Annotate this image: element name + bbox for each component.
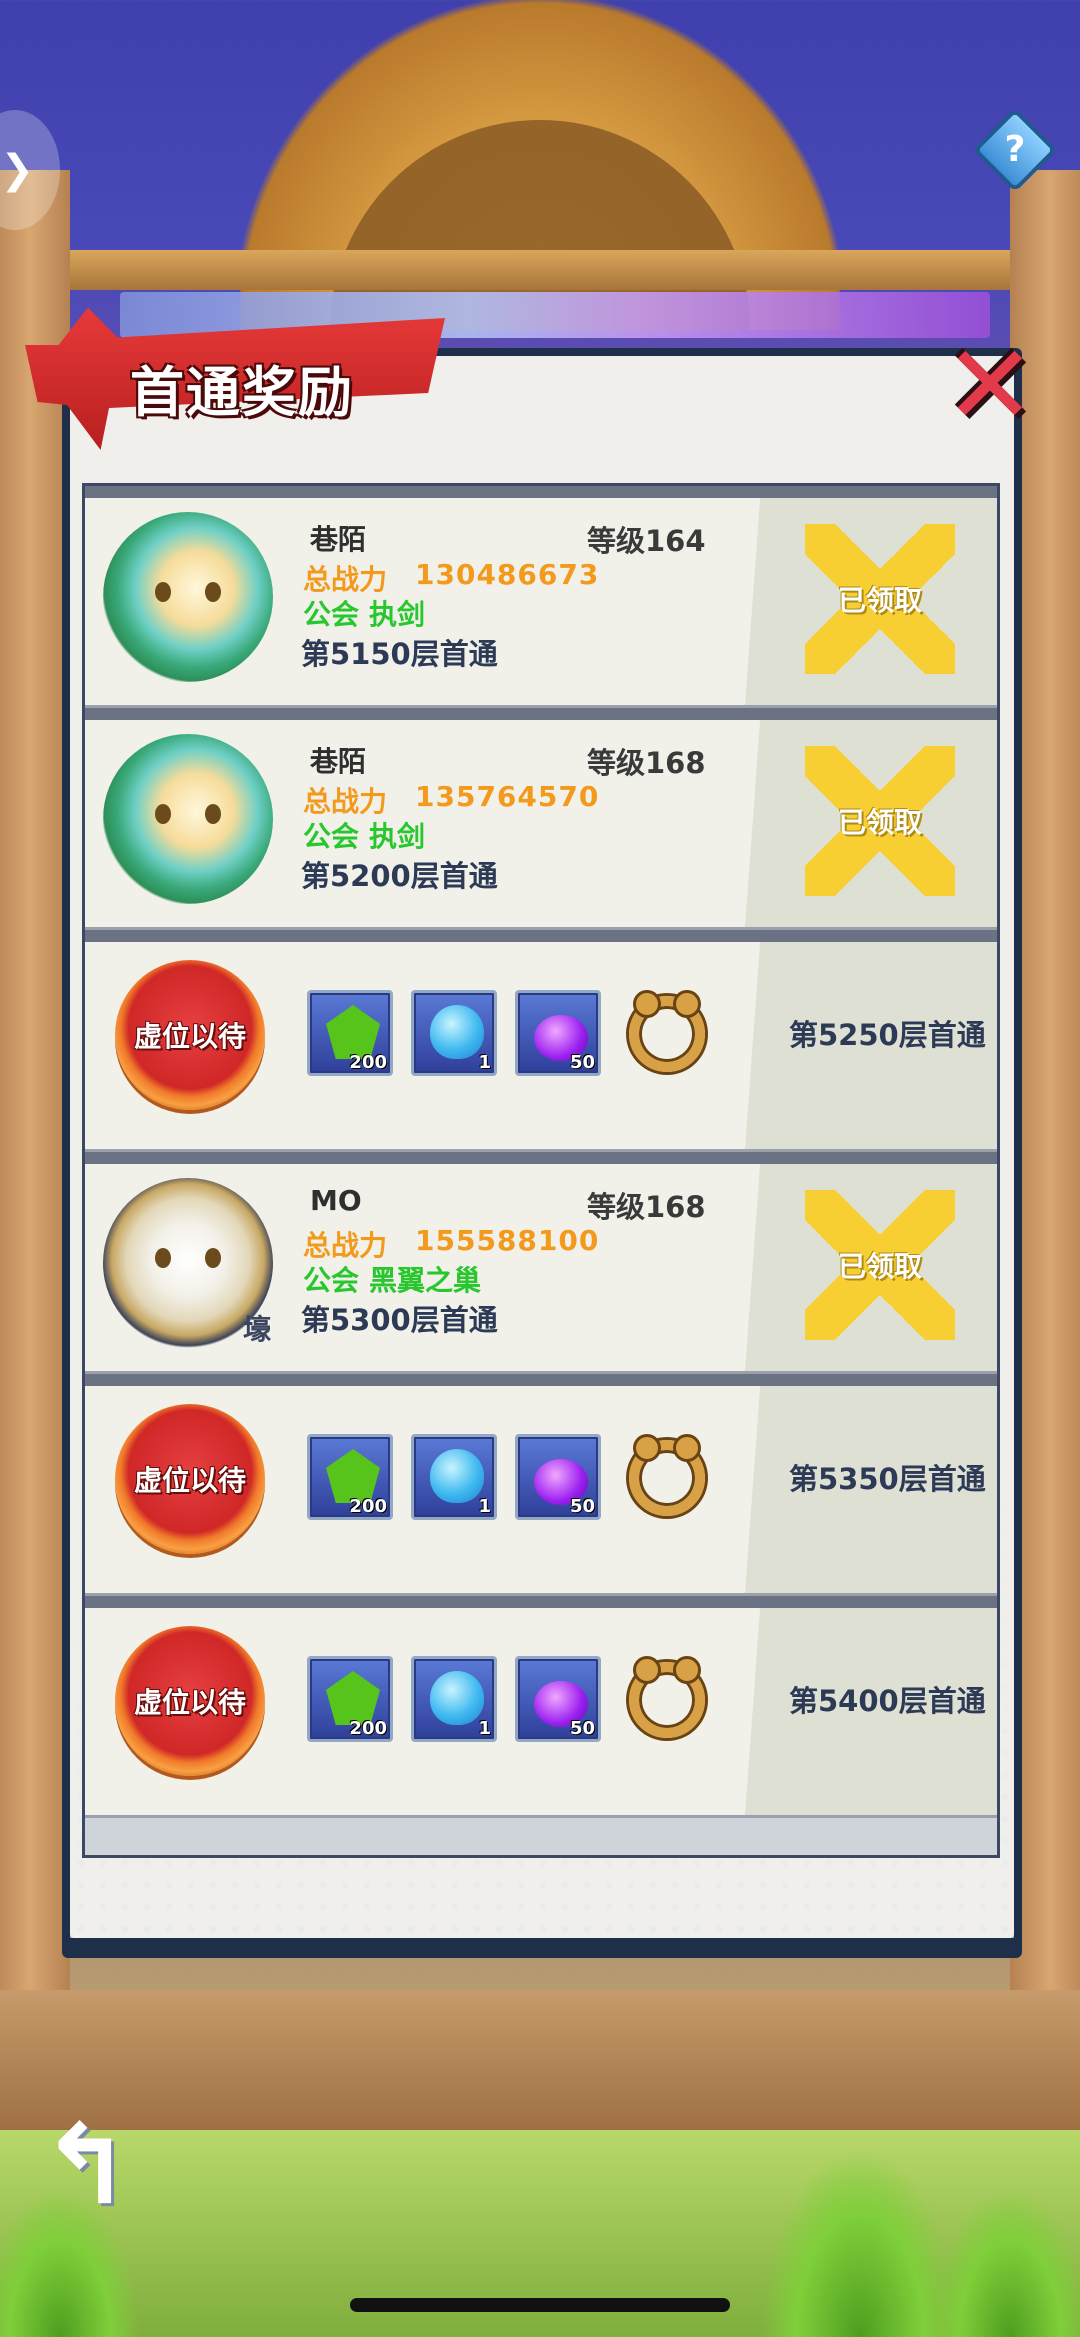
grass-tuft [930,2187,1080,2337]
green-gem-icon[interactable]: 200 [307,990,393,1076]
bear-ring-icon[interactable] [629,1434,705,1516]
back-arrow-button[interactable]: ↰ [40,2110,190,2220]
background-beam [60,250,1020,290]
claimed-badge: 已领取 [805,1190,955,1340]
bear-ring-icon[interactable] [629,1656,705,1738]
floor-label: 第5250层首通 [789,1018,986,1052]
claimed-badge: 已领取 [805,524,955,674]
background-ground [0,1990,1080,2130]
power-value: 135764570 [415,780,600,813]
guild-name: 执剑 [369,820,426,853]
floor-label: 第5200层首通 [301,859,498,893]
player-name: 巷陌 [310,523,367,556]
close-icon: ✕ [943,321,1037,449]
blue-egg-icon[interactable]: 1 [411,1656,497,1742]
player-level: 等级164 [587,524,706,558]
power-label: 总战力 [303,1229,388,1262]
avatar-tag: 壕 [242,1313,271,1346]
floor-label: 第5150层首通 [301,637,498,671]
purple-potion-icon[interactable]: 50 [515,1656,601,1742]
guild-name: 执剑 [369,598,426,631]
background-pillar-left [0,170,70,2070]
white-hair-girl-avatar[interactable]: 壕 [103,1178,273,1348]
list-item: 巷陌 等级168 总战力 135764570 公会 执剑 第5200层首通 已领… [85,708,997,930]
player-name: MO [310,1184,362,1217]
page-title: 首通奖励 [130,361,354,424]
list-item: 虚位以待 200 1 50 第5400层首通 [85,1596,997,1818]
guild-label: 公会 [303,598,360,631]
blue-egg-icon[interactable]: 1 [411,990,497,1076]
floor-label: 第5300层首通 [301,1303,498,1337]
vacant-slot-button[interactable]: 虚位以待 [115,1626,265,1776]
purple-potion-icon[interactable]: 50 [515,990,601,1076]
guild-label: 公会 [303,1264,360,1297]
list-item: 虚位以待 200 1 50 第5250层首通 [85,930,997,1152]
blue-egg-icon[interactable]: 1 [411,1434,497,1520]
floor-label: 第5350层首通 [789,1462,986,1496]
claimed-badge: 已领取 [805,746,955,896]
close-button[interactable]: ✕ [940,330,1040,440]
floor-label: 第5400层首通 [789,1684,986,1718]
green-gem-icon[interactable]: 200 [307,1434,393,1520]
vacant-slot-button[interactable]: 虚位以待 [115,1404,265,1554]
power-label: 总战力 [303,785,388,818]
bear-ring-icon[interactable] [629,990,705,1072]
question-icon: ? [1004,129,1026,170]
green-dragon-girl-avatar[interactable] [103,734,273,904]
player-level: 等级168 [587,746,706,780]
vacant-slot-button[interactable]: 虚位以待 [115,960,265,1110]
power-label: 总战力 [303,563,388,596]
player-name: 巷陌 [310,745,367,778]
green-dragon-girl-avatar[interactable] [103,512,273,682]
player-level: 等级168 [587,1190,706,1224]
home-indicator[interactable] [350,2298,730,2312]
list-item: 巷陌 等级164 总战力 130486673 公会 执剑 第5150层首通 已领… [85,486,997,708]
back-arrow-icon: ↰ [40,2101,133,2229]
list-item: 虚位以待 200 1 50 第5350层首通 [85,1374,997,1596]
green-gem-icon[interactable]: 200 [307,1656,393,1742]
power-value: 130486673 [415,558,600,591]
power-value: 155588100 [415,1224,600,1257]
list-item: 壕 MO 等级168 总战力 155588100 公会 黑翼之巢 第5300层首… [85,1152,997,1374]
guild-name: 黑翼之巢 [369,1264,482,1297]
purple-potion-icon[interactable]: 50 [515,1434,601,1520]
reward-list[interactable]: 巷陌 等级164 总战力 130486673 公会 执剑 第5150层首通 已领… [82,483,1000,1858]
guild-label: 公会 [303,820,360,853]
